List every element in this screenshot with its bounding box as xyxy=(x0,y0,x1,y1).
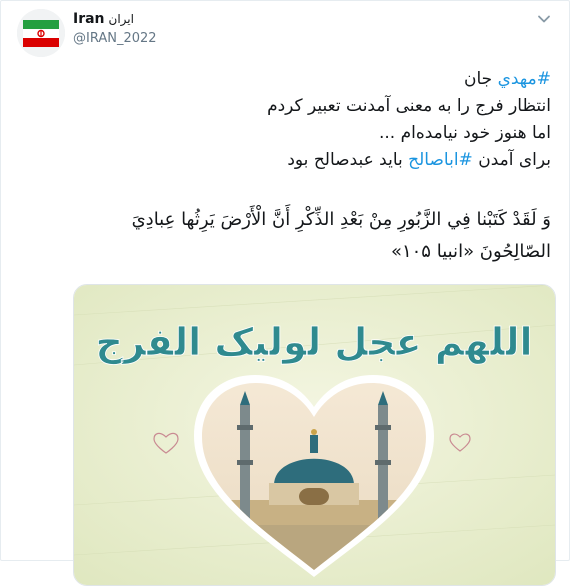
tweet-text-line-2: انتظار فرج را به معنی آمدنت تعبیر کردم xyxy=(267,96,551,116)
iran-flag-icon xyxy=(17,9,65,57)
tweet-media-image[interactable]: اللهم عجل لولیک الفرج xyxy=(73,284,556,586)
calligraphy-text: اللهم عجل لولیک الفرج xyxy=(95,320,532,365)
tweet-text-fragment: جان xyxy=(464,69,498,89)
tweet-text-fragment: باید عبدصالح بود xyxy=(287,150,409,170)
chevron-down-icon[interactable] xyxy=(537,11,551,25)
author-display-name[interactable]: Iran xyxy=(73,11,105,27)
tweet-text-fragment: برای آمدن xyxy=(472,150,551,170)
hashtag-mahdi[interactable]: #مهدي xyxy=(498,69,551,89)
avatar[interactable] xyxy=(17,9,65,57)
tweet-text-line-1: #مهدي جان xyxy=(31,67,551,91)
tweet-text-line-3: اما هنوز خود نیامده‌ام ... xyxy=(378,123,551,143)
quran-verse-line-1: وَ لَقَدْ كَتَبْنا فِي الزَّبُورِ مِنْ ب… xyxy=(131,209,551,230)
tweet-card[interactable]: Iran ایران @IRAN_2022 #مهدي جان انتظار ف… xyxy=(0,0,570,586)
quran-verse-line-2: الصّالِحُونَ «انبیا ۱۰۵» xyxy=(390,241,551,262)
tweet-text-line-4: برای آمدن #اباصالح باید عبدصالح بود xyxy=(31,148,551,172)
author-name-row[interactable]: Iran ایران xyxy=(73,11,134,27)
author-handle[interactable]: @IRAN_2022 xyxy=(73,31,157,46)
hashtag-abasaleh[interactable]: #اباصالح xyxy=(408,150,473,170)
author-display-name-fa[interactable]: ایران xyxy=(109,12,134,26)
